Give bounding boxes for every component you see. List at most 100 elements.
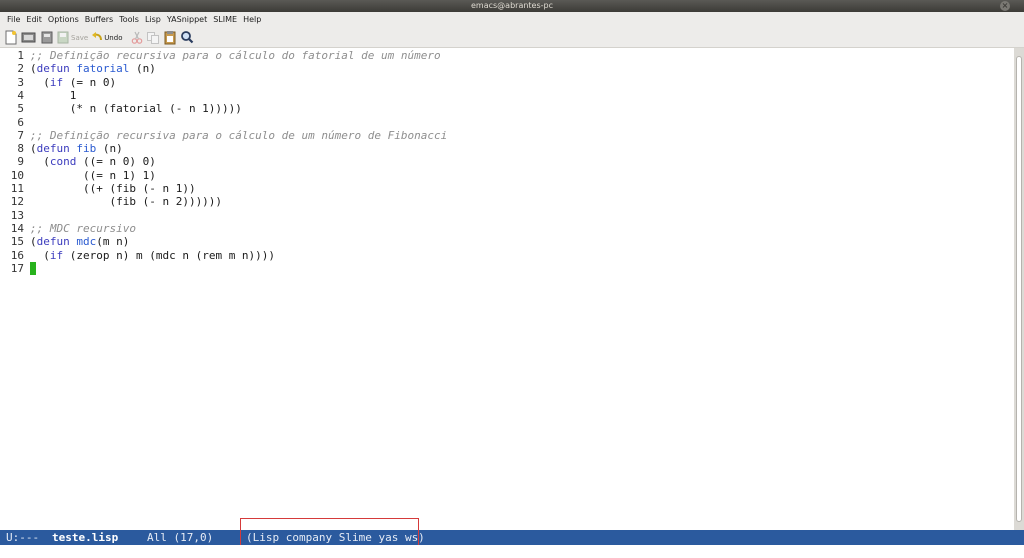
code-token: ((+ (fib (- n 1)): [30, 182, 196, 195]
open-file-button[interactable]: [21, 30, 37, 46]
code-text: (if (= n 0): [30, 76, 116, 89]
code-token: 1: [30, 88, 77, 102]
code-text: (defun mdc(m n): [30, 235, 129, 248]
code-text: (defun fib (n): [30, 142, 123, 155]
menu-yasnippet[interactable]: YASnippet: [164, 12, 210, 28]
undo-label: Undo: [104, 33, 123, 42]
code-token: (n): [129, 62, 156, 76]
code-line[interactable]: 16 (if (zerop n) m (mdc n (rem m n)))): [0, 249, 275, 262]
code-text: (* n (fatorial (- n 1))))): [30, 102, 242, 115]
scrollbar-thumb[interactable]: [1016, 56, 1022, 522]
window-close-button[interactable]: ×: [1000, 1, 1010, 11]
menu-bar: File Edit Options Buffers Tools Lisp YAS…: [0, 12, 1024, 28]
code-token: defun: [36, 62, 70, 76]
menu-edit[interactable]: Edit: [23, 12, 45, 28]
code-line[interactable]: 2 (defun fatorial (n): [0, 62, 156, 76]
code-token: (: [30, 75, 50, 89]
menu-lisp[interactable]: Lisp: [142, 12, 164, 28]
code-token: if: [49, 248, 64, 262]
code-token: (: [30, 155, 50, 169]
text-cursor: [30, 261, 36, 275]
line-number: 6: [17, 115, 24, 129]
menu-slime[interactable]: SLIME: [210, 12, 240, 28]
code-token: mdc: [76, 235, 97, 249]
code-line[interactable]: 12 (fib (- n 2)))))): [0, 195, 222, 208]
open-folder-icon: [21, 32, 36, 43]
tool-bar: Save Undo: [0, 28, 1024, 48]
code-text: (fib (- n 2)))))): [30, 195, 222, 208]
cut-icon: [132, 31, 143, 44]
code-line[interactable]: 9 (cond ((= n 0) 0): [0, 155, 156, 168]
search-button[interactable]: [180, 30, 194, 46]
buffer-status: U:---: [6, 531, 40, 544]
code-token: (zerop n) m (mdc n (rem m n)))): [63, 248, 276, 262]
menu-buffers[interactable]: Buffers: [82, 12, 116, 28]
code-token: (* n (fatorial (- n 1))))): [30, 102, 242, 116]
copy-button[interactable]: [146, 30, 160, 46]
line-number: 16: [10, 248, 24, 262]
code-line[interactable]: 8 (defun fib (n): [0, 142, 123, 156]
code-line[interactable]: 13: [0, 209, 30, 222]
code-token: ;; Definição recursiva para o cálculo do…: [30, 49, 441, 62]
cut-button[interactable]: [131, 30, 143, 46]
code-token: (= n 0): [63, 75, 117, 89]
copy-icon: [147, 32, 160, 44]
code-text: (defun fatorial (n): [30, 62, 156, 75]
line-number: 2: [17, 62, 24, 76]
code-line[interactable]: 1 ;; Definição recursiva para o cálculo d…: [0, 49, 441, 62]
code-text: (cond ((= n 0) 0): [30, 155, 156, 168]
save-button[interactable]: Save: [57, 30, 88, 46]
echo-area[interactable]: [0, 545, 1024, 558]
code-token: fatorial: [76, 62, 130, 76]
line-number: 17: [10, 261, 24, 275]
save-label: Save: [71, 33, 89, 42]
code-line[interactable]: 10 ((= n 1) 1): [0, 169, 156, 182]
code-text: ;; Definição recursiva para o cálculo de…: [30, 129, 447, 142]
line-number: 7: [17, 128, 24, 142]
search-icon: [181, 31, 194, 44]
menu-tools[interactable]: Tools: [116, 12, 142, 28]
menu-file[interactable]: File: [4, 12, 23, 28]
line-number: 10: [10, 168, 24, 182]
code-token: (n): [96, 142, 123, 156]
line-number: 12: [10, 195, 24, 209]
code-line[interactable]: 7 ;; Definição recursiva para o cálculo d…: [0, 129, 447, 142]
cursor-position: All (17,0): [147, 531, 214, 544]
new-file-button[interactable]: [4, 30, 18, 46]
code-line[interactable]: 14 ;; MDC recursivo: [0, 222, 136, 235]
editor-text-area[interactable]: 1 ;; Definição recursiva para o cálculo d…: [0, 48, 1014, 530]
code-line[interactable]: 17: [0, 261, 36, 275]
line-number: 3: [17, 75, 24, 89]
line-number: 5: [17, 102, 24, 116]
code-line[interactable]: 11 ((+ (fib (- n 1)): [0, 182, 196, 195]
code-line[interactable]: 4 1: [0, 89, 76, 102]
code-token: (m n): [96, 235, 130, 249]
code-token: (: [30, 235, 37, 249]
close-icon: [41, 31, 53, 44]
code-line[interactable]: 5 (* n (fatorial (- n 1))))): [0, 102, 242, 115]
buffer-name[interactable]: teste.lisp: [52, 530, 118, 545]
menu-help[interactable]: Help: [240, 12, 264, 28]
vertical-scrollbar[interactable]: [1014, 48, 1024, 530]
code-token: ;; Definição recursiva para o cálculo de…: [30, 128, 448, 142]
line-number: 1: [17, 49, 24, 62]
mode-line: U:--- teste.lisp All (17,0) (Lisp compan…: [0, 530, 1024, 545]
code-line[interactable]: 6: [0, 116, 30, 129]
code-text: ((= n 1) 1): [30, 169, 156, 182]
code-token: ;; MDC recursivo: [30, 221, 136, 235]
code-token: ((= n 1) 1): [30, 168, 156, 182]
line-number: 11: [10, 182, 24, 195]
menu-options[interactable]: Options: [45, 12, 82, 28]
code-text: (if (zerop n) m (mdc n (rem m n)))): [30, 249, 275, 262]
code-token: if: [49, 75, 64, 89]
window-title: emacs@abrantes-pc: [470, 1, 553, 10]
paste-button[interactable]: [163, 30, 177, 46]
code-text: ;; MDC recursivo: [30, 222, 136, 235]
line-number: 15: [10, 235, 24, 249]
undo-button[interactable]: Undo: [91, 30, 122, 46]
code-line[interactable]: 3 (if (= n 0): [0, 76, 116, 89]
code-line[interactable]: 15 (defun mdc(m n): [0, 235, 130, 249]
undo-icon: [92, 32, 103, 41]
line-number: 8: [17, 142, 24, 156]
close-buffer-button[interactable]: [40, 30, 54, 46]
